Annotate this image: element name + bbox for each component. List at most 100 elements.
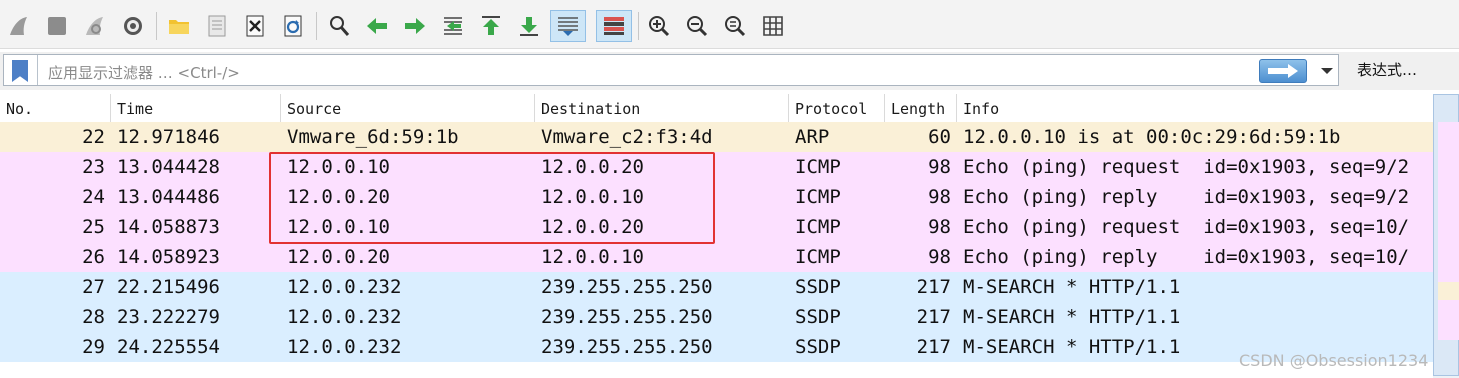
cell-protocol: ICMP (795, 216, 841, 238)
resize-columns-icon[interactable] (758, 10, 788, 42)
cell-time: 22.215496 (117, 276, 220, 298)
cell-destination: Vmware_c2:f3:4d (541, 126, 713, 148)
cell-destination: 239.255.255.250 (541, 276, 713, 298)
cell-destination: 12.0.0.10 (541, 246, 644, 268)
filter-divider (37, 55, 38, 85)
cell-info: Echo (ping) request id=0x1903, seq=10/ (963, 216, 1410, 238)
column-header-info[interactable]: Info (957, 94, 1433, 122)
reload-icon[interactable] (278, 10, 308, 42)
go-forward-arrow-icon[interactable] (400, 10, 430, 42)
cell-time: 13.044486 (117, 186, 220, 208)
column-header-length[interactable]: Length (885, 94, 957, 122)
cell-info: M-SEARCH * HTTP/1.1 (963, 306, 1181, 328)
cell-no: 25 (82, 216, 105, 238)
toolbar-separator (638, 12, 639, 40)
cell-info: M-SEARCH * HTTP/1.1 (963, 276, 1181, 298)
packet-list: No. Time Source Destination Protocol Len… (0, 94, 1459, 378)
cell-no: 24 (82, 186, 105, 208)
open-folder-icon[interactable] (164, 10, 194, 42)
restart-capture-icon[interactable] (80, 10, 110, 42)
cell-length: 98 (928, 246, 951, 268)
cell-destination: 239.255.255.250 (541, 336, 713, 358)
red-highlight-annotation (269, 152, 715, 244)
chevron-down-icon (1321, 68, 1333, 74)
filter-history-dropdown[interactable] (1316, 59, 1338, 83)
cell-no: 28 (82, 306, 105, 328)
cell-protocol: SSDP (795, 306, 841, 328)
find-packet-icon[interactable] (324, 10, 354, 42)
cell-no: 23 (82, 156, 105, 178)
cell-info: Echo (ping) reply id=0x1903, seq=9/2 (963, 186, 1410, 208)
cell-protocol: ICMP (795, 156, 841, 178)
cell-length: 217 (916, 276, 951, 298)
minimap-icmp-segment (1438, 300, 1459, 340)
column-header-time[interactable]: Time (111, 94, 281, 122)
normal-size-icon[interactable] (720, 10, 750, 42)
cell-time: 24.225554 (117, 336, 220, 358)
cell-protocol: SSDP (795, 336, 841, 358)
cell-no: 29 (82, 336, 105, 358)
column-header-destination[interactable]: Destination (535, 94, 789, 122)
cell-source: Vmware_6d:59:1b (287, 126, 459, 148)
go-to-packet-icon[interactable] (438, 10, 468, 42)
cell-length: 60 (928, 126, 951, 148)
cell-protocol: SSDP (795, 276, 841, 298)
packet-row[interactable]: 22 12.971846 Vmware_6d:59:1b Vmware_c2:f3:4… (0, 122, 1433, 152)
packet-row[interactable]: 29 24.225554 12.0.0.232 239.255.255.250 SSDP… (0, 332, 1433, 362)
packet-row[interactable]: 28 23.222279 12.0.0.232 239.255.255.250 SSDP… (0, 302, 1433, 332)
minimap-icmp-segment (1438, 122, 1459, 282)
packet-row[interactable]: 27 22.215496 12.0.0.232 239.255.255.250 SSDP… (0, 272, 1433, 302)
packet-row[interactable]: 24 13.044486 12.0.0.20 12.0.0.10 ICMP 98 Echo … (0, 182, 1433, 212)
cell-length: 98 (928, 156, 951, 178)
go-last-packet-icon[interactable] (514, 10, 544, 42)
cell-no: 26 (82, 246, 105, 268)
colorize-icon[interactable] (596, 10, 632, 42)
cell-source: 12.0.0.232 (287, 306, 402, 328)
packet-row[interactable]: 23 13.044428 12.0.0.10 12.0.0.20 ICMP 98 Echo … (0, 152, 1433, 182)
packet-row[interactable]: 25 14.058873 12.0.0.10 12.0.0.20 ICMP 98 Echo … (0, 212, 1433, 242)
capture-options-gear-icon[interactable] (118, 10, 148, 42)
auto-scroll-icon[interactable] (550, 10, 586, 42)
cell-time: 14.058923 (117, 246, 220, 268)
apply-arrow-icon (1268, 64, 1298, 78)
column-header-protocol[interactable]: Protocol (789, 94, 885, 122)
shark-fin-start-capture-icon[interactable] (4, 10, 34, 42)
minimap-arp-segment (1438, 282, 1459, 300)
go-back-arrow-icon[interactable] (362, 10, 392, 42)
cell-source: 12.0.0.232 (287, 276, 402, 298)
column-header-source[interactable]: Source (281, 94, 535, 122)
cell-protocol: ICMP (795, 246, 841, 268)
stop-capture-icon[interactable] (42, 10, 72, 42)
column-header-no[interactable]: No. (0, 94, 111, 122)
cell-time: 13.044428 (117, 156, 220, 178)
filter-placeholder: 应用显示过滤器 … <Ctrl-/> (48, 64, 240, 82)
toolbar-separator (156, 12, 157, 40)
apply-filter-button[interactable] (1259, 59, 1307, 83)
cell-length: 217 (916, 336, 951, 358)
toolbar-separator (316, 12, 317, 40)
cell-protocol: ARP (795, 126, 830, 148)
cell-no: 22 (82, 126, 105, 148)
zoom-in-icon[interactable] (644, 10, 674, 42)
cell-protocol: ICMP (795, 186, 841, 208)
cell-info: Echo (ping) request id=0x1903, seq=9/2 (963, 156, 1410, 178)
cell-time: 23.222279 (117, 306, 220, 328)
cell-time: 12.971846 (117, 126, 220, 148)
cell-info: Echo (ping) reply id=0x1903, seq=10/ (963, 246, 1410, 268)
close-file-icon[interactable] (240, 10, 270, 42)
zoom-out-icon[interactable] (682, 10, 712, 42)
packet-row[interactable]: 26 14.058923 12.0.0.20 12.0.0.10 ICMP 98 Echo … (0, 242, 1433, 272)
save-file-icon[interactable] (202, 10, 232, 42)
display-filter-input[interactable]: 应用显示过滤器 … <Ctrl-/> (3, 54, 1339, 86)
main-toolbar (0, 0, 1459, 49)
filter-bookmark-icon[interactable] (12, 60, 28, 82)
cell-length: 98 (928, 186, 951, 208)
cell-time: 14.058873 (117, 216, 220, 238)
cell-source: 12.0.0.232 (287, 336, 402, 358)
go-first-packet-icon[interactable] (476, 10, 506, 42)
cell-length: 98 (928, 216, 951, 238)
cell-length: 217 (916, 306, 951, 328)
cell-no: 27 (82, 276, 105, 298)
expression-button[interactable]: 表达式… (1357, 59, 1417, 80)
cell-info: 12.0.0.10 is at 00:0c:29:6d:59:1b (963, 126, 1341, 148)
